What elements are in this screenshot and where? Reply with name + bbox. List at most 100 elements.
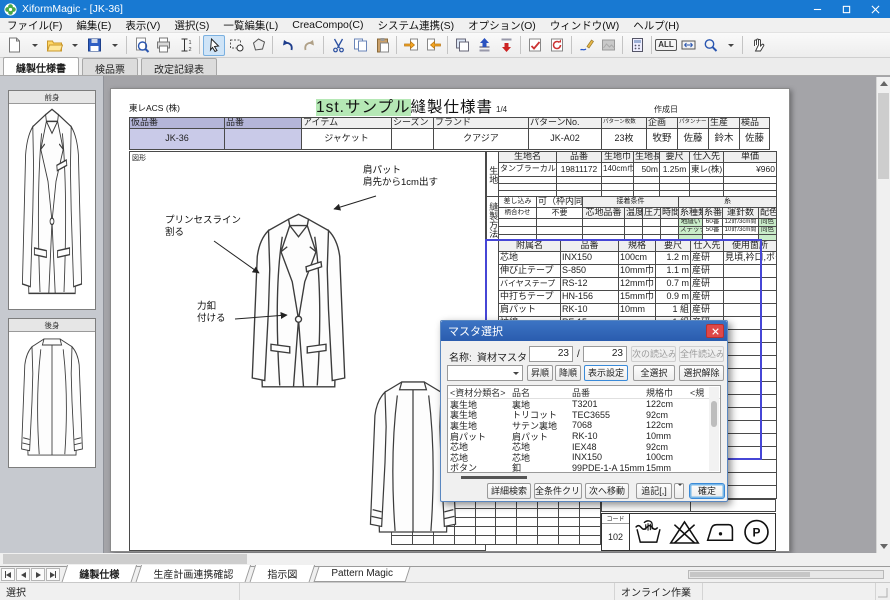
copy-button[interactable] <box>349 35 371 56</box>
total-count-field[interactable]: 23 <box>583 346 627 362</box>
last-sheet-button[interactable] <box>46 568 60 581</box>
dialog-title: マスタ選択 <box>448 323 503 339</box>
paste-button[interactable] <box>371 35 393 56</box>
menu-view[interactable]: 表示(V) <box>118 18 167 33</box>
list-scrollbar[interactable] <box>709 387 719 471</box>
new-document-dropdown[interactable] <box>25 35 43 56</box>
thumbnail-back[interactable]: 後身 <box>8 318 96 468</box>
sewing-table[interactable]: 縫製方法 差し込み 可（枠内同一方向） 接着条件 糸 柄合わせ 不要 芯地品番 … <box>486 196 777 243</box>
tab-inspection[interactable]: 検品票 <box>82 58 138 75</box>
tab-strip-scroll-thumb[interactable] <box>690 572 810 577</box>
menu-options[interactable]: オプション(O) <box>461 18 543 33</box>
load-all-button[interactable]: 全件読込み <box>679 346 724 362</box>
vertical-scroll-thumb[interactable] <box>878 93 889 179</box>
polygon-select-button[interactable] <box>247 35 269 56</box>
menu-window[interactable]: ウィンドウ(W) <box>543 18 626 33</box>
append-button[interactable]: 追記[,] <box>636 483 672 499</box>
import-page-button[interactable] <box>400 35 422 56</box>
horizontal-scroll-thumb[interactable] <box>3 554 247 564</box>
jacket-front-drawing <box>252 214 345 387</box>
prev-icon <box>21 572 26 578</box>
calculator-button[interactable] <box>626 35 648 56</box>
marquee-select-button[interactable] <box>225 35 247 56</box>
chevron-down-icon <box>728 44 734 47</box>
save-dropdown[interactable] <box>105 35 123 56</box>
zoom-dropdown[interactable] <box>721 35 739 56</box>
menu-edit[interactable]: 編集(E) <box>69 18 118 33</box>
save-button[interactable] <box>83 35 105 56</box>
zoom-all-button[interactable]: ALL <box>655 35 677 56</box>
print-preview-button[interactable] <box>130 35 152 56</box>
deselect-button[interactable]: 選択解除 <box>679 365 724 381</box>
minimize-button[interactable] <box>803 0 832 18</box>
sort-key-combobox[interactable] <box>447 365 523 381</box>
tab-strip-scrollbar[interactable] <box>688 570 884 579</box>
master-select-dialog[interactable]: マスタ選択 名称: 資材マスタ 23 / 23 次の読込み 全件読込み 昇順 降… <box>440 320 728 502</box>
count-separator: / <box>577 349 580 360</box>
sewing-thread-row: ステッチ 50番 10針/3cm間 同色 <box>487 227 777 235</box>
list-scroll-thumb[interactable] <box>711 401 717 427</box>
tab-revision-record[interactable]: 改定記録表 <box>141 58 217 75</box>
move-down-icon <box>498 37 515 53</box>
prev-sheet-button[interactable] <box>16 568 30 581</box>
zoom-button[interactable] <box>699 35 721 56</box>
detail-search-button[interactable]: 詳細検索 <box>487 483 531 499</box>
display-settings-button[interactable]: 表示設定 <box>584 365 628 381</box>
first-sheet-button[interactable] <box>1 568 15 581</box>
menu-select[interactable]: 選択(S) <box>167 18 216 33</box>
menu-help[interactable]: ヘルプ(H) <box>626 18 686 33</box>
move-up-button[interactable] <box>473 35 495 56</box>
list-item[interactable]: ボタン釦99PDE-1-A 15mm15mm <box>448 463 720 474</box>
menu-creacompo[interactable]: CreaCompo(C) <box>285 19 370 31</box>
print-button[interactable] <box>152 35 174 56</box>
menu-list-edit[interactable]: 一覧編集(L) <box>216 18 285 33</box>
sheet-tab-pattern-magic[interactable]: Pattern Magic <box>314 567 411 582</box>
next-sheet-button[interactable] <box>31 568 45 581</box>
tab-sewing-spec[interactable]: 縫製仕様書 <box>3 57 79 75</box>
menu-system-link[interactable]: システム連携(S) <box>370 18 461 33</box>
minimize-icon <box>813 5 822 14</box>
select-cursor-button[interactable] <box>203 35 225 56</box>
new-document-button[interactable] <box>3 35 25 56</box>
sort-asc-button[interactable]: 昇順 <box>527 365 553 381</box>
dialog-close-button[interactable] <box>706 324 724 338</box>
export-page-button[interactable] <box>422 35 444 56</box>
cut-button[interactable] <box>327 35 349 56</box>
sewing-row-2: 柄合わせ 不要 芯地品番 温度 圧力 時間 糸種類 糸番手 運針数 配色 <box>487 208 777 219</box>
confirm-button[interactable]: 確定 <box>689 483 725 499</box>
undo-button[interactable] <box>276 35 298 56</box>
move-next-button[interactable]: 次へ移動 <box>585 483 629 499</box>
master-list[interactable]: <資材分類名>品名 品番規格巾 <規 裏生地裏地T3201122cm 裏生地トリ… <box>447 385 721 473</box>
load-next-button[interactable]: 次の読込み <box>631 346 676 362</box>
open-folder-dropdown[interactable] <box>65 35 83 56</box>
redo-button[interactable] <box>298 35 320 56</box>
sheet-tab-bar: 縫製仕様 生産計画連携確認 指示図 Pattern Magic <box>0 566 890 582</box>
image-button[interactable] <box>597 35 619 56</box>
edit-check-button[interactable] <box>524 35 546 56</box>
sort-desc-button[interactable]: 降順 <box>555 365 581 381</box>
open-folder-button[interactable] <box>43 35 65 56</box>
append-dropdown[interactable] <box>674 483 684 499</box>
info-table[interactable]: 仮品番 品番 アイテム シーズン ブランド パターンNo. パターン枚数 企画 … <box>129 117 770 150</box>
measure-button[interactable]: 12 <box>174 35 196 56</box>
thumbnail-front[interactable]: 前身 <box>8 90 96 310</box>
clear-conditions-button[interactable]: 全条件クリア <box>534 483 582 499</box>
vertical-scrollbar[interactable] <box>876 77 890 553</box>
list-horizontal-scrollbar[interactable] <box>447 474 721 480</box>
close-button[interactable] <box>861 0 890 18</box>
pan-hand-button[interactable] <box>746 35 768 56</box>
move-down-button[interactable] <box>495 35 517 56</box>
fabric-table[interactable]: 生地 生地名品番 生地巾生地長 要尺仕入先 単価 タンブラーカルゼ 198111… <box>486 151 777 198</box>
edit-sync-button[interactable] <box>546 35 568 56</box>
select-all-button[interactable]: 全選択 <box>633 365 675 381</box>
resize-grip-icon[interactable] <box>876 586 888 598</box>
dialog-title-bar[interactable]: マスタ選択 <box>441 321 727 341</box>
list-horizontal-thumb[interactable] <box>461 476 527 479</box>
loaded-count-field[interactable]: 23 <box>529 346 573 362</box>
signature-button[interactable] <box>575 35 597 56</box>
layers-button[interactable] <box>451 35 473 56</box>
fit-width-button[interactable] <box>677 35 699 56</box>
menu-file[interactable]: ファイル(F) <box>0 18 69 33</box>
sewing-row-1: 縫製方法 差し込み 可（枠内同一方向） 接着条件 糸 <box>487 197 777 208</box>
maximize-button[interactable] <box>832 0 861 18</box>
